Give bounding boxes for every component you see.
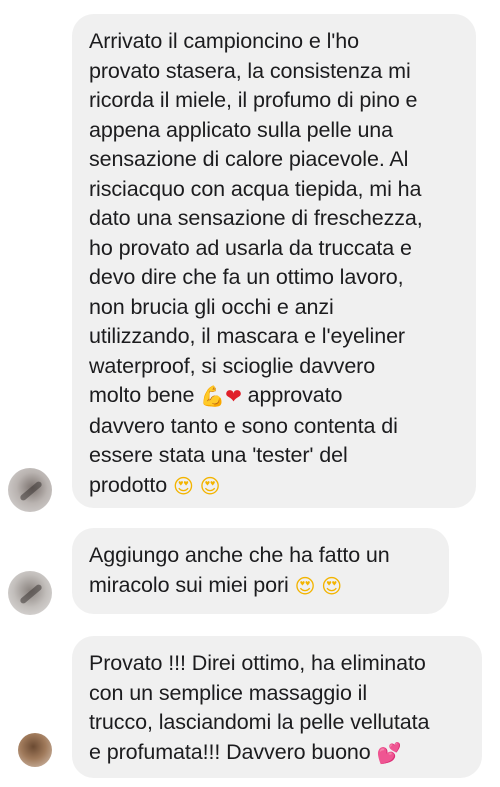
message-line: devo dire che fa un ottimo lavoro, xyxy=(89,265,404,289)
message-line: waterproof, si scioglie davvero xyxy=(89,353,376,378)
avatar-image xyxy=(19,583,43,605)
heart-eyes-icon: 😍 xyxy=(172,473,194,498)
message-line: non brucia gli occhi e anzi xyxy=(89,294,334,319)
red-heart-icon: ❤ xyxy=(225,384,242,408)
avatar-image xyxy=(19,480,43,502)
sender-avatar[interactable] xyxy=(8,468,52,512)
message-line: risciacquo con acqua tiepida, mi ha xyxy=(89,176,422,201)
message-line: utilizzando, il mascara e l'eyeliner xyxy=(89,324,405,348)
message-text-3: Provato !!! Direi ottimo, ha eliminato c… xyxy=(89,649,482,768)
message-fragment: e profumata!!! Davvero buono xyxy=(89,739,377,764)
message-line-emoji: prodotto 😍 😍 xyxy=(89,471,476,502)
heart-eyes-icon: 😍 xyxy=(199,473,221,498)
message-fragment: approvato xyxy=(241,383,343,407)
message-line: Provato !!! Direi ottimo, ha eliminato xyxy=(89,651,426,675)
message-bubble-2[interactable]: Aggiungo anche che ha fatto un miracolo … xyxy=(72,528,449,614)
message-line: ho provato ad usarla da truccata e xyxy=(89,235,412,260)
message-line: sensazione di calore piacevole. Al xyxy=(89,147,409,171)
message-line: trucco, lasciandomi la pelle vellutata xyxy=(89,710,430,734)
message-line: con un semplice massaggio il xyxy=(89,680,368,705)
message-line: dato una sensazione di freschezza, xyxy=(89,206,423,230)
two-hearts-icon: 💕 xyxy=(376,740,402,765)
message-text-2: Aggiungo anche che ha fatto un miracolo … xyxy=(89,541,449,601)
message-text-1: Arrivato il campioncino e l'ho provato s… xyxy=(89,27,476,501)
message-line: essere stata una 'tester' del xyxy=(89,443,348,467)
message-bubble-3[interactable]: Provato !!! Direi ottimo, ha eliminato c… xyxy=(72,636,482,778)
message-fragment: prodotto xyxy=(89,472,173,497)
message-line-emoji: miracolo sui miei pori 😍 😍 xyxy=(89,571,449,602)
message-line: provato stasera, la consistenza mi xyxy=(89,58,411,83)
heart-eyes-icon: 😍 xyxy=(294,573,316,598)
heart-eyes-icon: 😍 xyxy=(321,573,342,598)
flexed-biceps-icon: 💪 xyxy=(200,384,226,408)
message-line-emoji: e profumata!!! Davvero buono 💕 xyxy=(89,738,482,769)
message-line: appena applicato sulla pelle una xyxy=(89,117,394,142)
message-line: davvero tanto e sono contenta di xyxy=(89,413,398,438)
message-fragment: miracolo sui miei pori xyxy=(89,572,295,597)
message-line-emoji: molto bene 💪❤ approvato xyxy=(89,381,476,412)
message-fragment: molto bene xyxy=(89,383,201,407)
message-line: Arrivato il campioncino e l'ho xyxy=(89,29,359,53)
message-bubble-1[interactable]: Arrivato il campioncino e l'ho provato s… xyxy=(72,14,476,508)
sender-avatar[interactable] xyxy=(8,571,52,615)
sender-avatar[interactable] xyxy=(18,733,52,767)
message-line: Aggiungo anche che ha fatto un xyxy=(89,543,390,567)
message-line: ricorda il miele, il profumo di pino e xyxy=(89,88,418,112)
